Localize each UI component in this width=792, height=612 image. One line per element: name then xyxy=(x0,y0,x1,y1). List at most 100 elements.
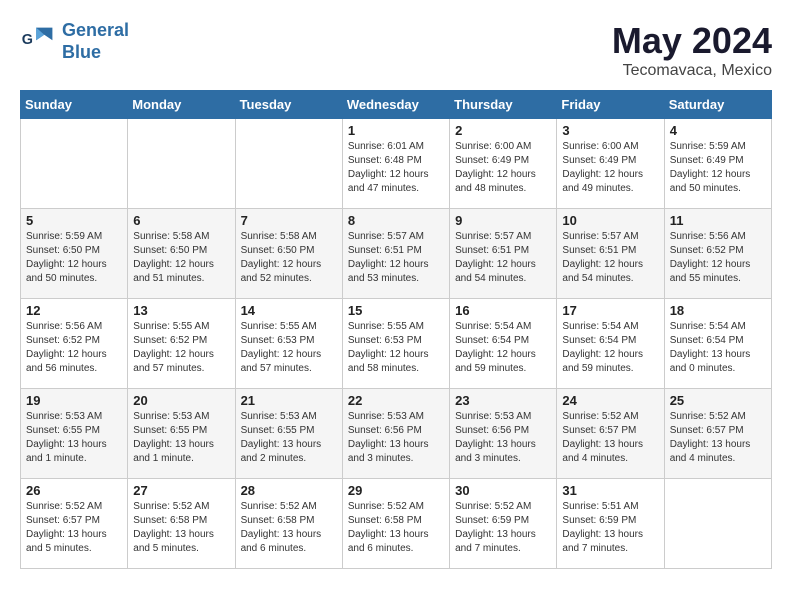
calendar-cell: 3Sunrise: 6:00 AM Sunset: 6:49 PM Daylig… xyxy=(557,119,664,209)
day-number: 9 xyxy=(455,213,551,228)
calendar-cell xyxy=(21,119,128,209)
day-number: 27 xyxy=(133,483,229,498)
calendar-cell: 2 Sunrise: 6:00 AM Sunset: 6:49 PM Daylig… xyxy=(450,119,557,209)
calendar-cell: 12Sunrise: 5:56 AM Sunset: 6:52 PM Dayli… xyxy=(21,299,128,389)
header-tuesday: Tuesday xyxy=(235,91,342,119)
calendar-cell: 13 Sunrise: 5:55 AM Sunset: 6:52 PM Dayli… xyxy=(128,299,235,389)
header-wednesday: Wednesday xyxy=(342,91,449,119)
day-info: Sunrise: 5:57 AM Sunset: 6:51 PM Dayligh… xyxy=(348,230,444,286)
day-info: Sunrise: 5:52 AM Sunset: 6:57 PM Dayligh… xyxy=(562,410,658,466)
day-info: Sunrise: 5:58 AM Sunset: 6:50 PM Dayligh… xyxy=(133,230,229,286)
calendar-cell xyxy=(128,119,235,209)
calendar-cell: 5 Sunrise: 5:59 AM Sunset: 6:50 PM Daylig… xyxy=(21,209,128,299)
day-info: Sunrise: 5:52 AM Sunset: 6:58 PM Dayligh… xyxy=(133,500,229,556)
calendar-week-4: 19 Sunrise: 5:53 AM Sunset: 6:55 PM Dayli… xyxy=(21,389,772,479)
day-info: Sunrise: 5:53 AM Sunset: 6:55 PM Dayligh… xyxy=(26,410,122,466)
day-info: Sunrise: 6:01 AM Sunset: 6:48 PM Dayligh… xyxy=(348,140,444,196)
day-number: 7 xyxy=(241,213,337,228)
calendar-cell: 18 Sunrise: 5:54 AM Sunset: 6:54 PM Dayli… xyxy=(664,299,771,389)
calendar-week-3: 12Sunrise: 5:56 AM Sunset: 6:52 PM Dayli… xyxy=(21,299,772,389)
day-info: Sunrise: 5:58 AM Sunset: 6:50 PM Dayligh… xyxy=(241,230,337,286)
header-friday: Friday xyxy=(557,91,664,119)
calendar-header-row: SundayMondayTuesdayWednesdayThursdayFrid… xyxy=(21,91,772,119)
calendar-cell: 4 Sunrise: 5:59 AM Sunset: 6:49 PM Daylig… xyxy=(664,119,771,209)
day-number: 13 xyxy=(133,303,229,318)
day-info: Sunrise: 5:56 AM Sunset: 6:52 PM Dayligh… xyxy=(26,320,122,376)
day-info: Sunrise: 5:53 AM Sunset: 6:56 PM Dayligh… xyxy=(455,410,551,466)
day-number: 19 xyxy=(26,393,122,408)
day-info: Sunrise: 6:00 AM Sunset: 6:49 PM Dayligh… xyxy=(455,140,551,196)
day-info: Sunrise: 5:52 AM Sunset: 6:58 PM Dayligh… xyxy=(348,500,444,556)
calendar-cell: 29 Sunrise: 5:52 AM Sunset: 6:58 PM Dayli… xyxy=(342,479,449,569)
page-header: G General Blue May 2024 Tecomavaca, Mexi… xyxy=(20,20,772,80)
logo-text: General Blue xyxy=(62,20,129,63)
header-saturday: Saturday xyxy=(664,91,771,119)
calendar-cell: 20 Sunrise: 5:53 AM Sunset: 6:55 PM Dayli… xyxy=(128,389,235,479)
day-number: 30 xyxy=(455,483,551,498)
calendar-cell: 21 Sunrise: 5:53 AM Sunset: 6:55 PM Dayli… xyxy=(235,389,342,479)
calendar-cell: 25Sunrise: 5:52 AM Sunset: 6:57 PM Dayli… xyxy=(664,389,771,479)
day-number: 2 xyxy=(455,123,551,138)
day-number: 31 xyxy=(562,483,658,498)
calendar-cell: 9Sunrise: 5:57 AM Sunset: 6:51 PM Daylig… xyxy=(450,209,557,299)
calendar-cell xyxy=(664,479,771,569)
day-number: 21 xyxy=(241,393,337,408)
calendar-cell: 19 Sunrise: 5:53 AM Sunset: 6:55 PM Dayli… xyxy=(21,389,128,479)
calendar-cell: 10Sunrise: 5:57 AM Sunset: 6:51 PM Dayli… xyxy=(557,209,664,299)
calendar-cell: 14 Sunrise: 5:55 AM Sunset: 6:53 PM Dayli… xyxy=(235,299,342,389)
day-number: 10 xyxy=(562,213,658,228)
logo: G General Blue xyxy=(20,20,129,63)
day-info: Sunrise: 5:59 AM Sunset: 6:50 PM Dayligh… xyxy=(26,230,122,286)
svg-text:G: G xyxy=(22,31,33,47)
day-info: Sunrise: 5:53 AM Sunset: 6:56 PM Dayligh… xyxy=(348,410,444,466)
calendar-cell: 28 Sunrise: 5:52 AM Sunset: 6:58 PM Dayli… xyxy=(235,479,342,569)
day-number: 20 xyxy=(133,393,229,408)
day-number: 28 xyxy=(241,483,337,498)
calendar-cell: 17Sunrise: 5:54 AM Sunset: 6:54 PM Dayli… xyxy=(557,299,664,389)
day-number: 22 xyxy=(348,393,444,408)
day-number: 11 xyxy=(670,213,766,228)
day-number: 5 xyxy=(26,213,122,228)
calendar-cell: 27 Sunrise: 5:52 AM Sunset: 6:58 PM Dayli… xyxy=(128,479,235,569)
calendar-week-2: 5 Sunrise: 5:59 AM Sunset: 6:50 PM Daylig… xyxy=(21,209,772,299)
day-number: 26 xyxy=(26,483,122,498)
day-info: Sunrise: 5:54 AM Sunset: 6:54 PM Dayligh… xyxy=(455,320,551,376)
day-info: Sunrise: 5:52 AM Sunset: 6:58 PM Dayligh… xyxy=(241,500,337,556)
day-info: Sunrise: 5:55 AM Sunset: 6:53 PM Dayligh… xyxy=(241,320,337,376)
day-info: Sunrise: 5:53 AM Sunset: 6:55 PM Dayligh… xyxy=(241,410,337,466)
day-number: 23 xyxy=(455,393,551,408)
day-info: Sunrise: 5:54 AM Sunset: 6:54 PM Dayligh… xyxy=(670,320,766,376)
calendar-cell: 8Sunrise: 5:57 AM Sunset: 6:51 PM Daylig… xyxy=(342,209,449,299)
calendar-cell: 22 Sunrise: 5:53 AM Sunset: 6:56 PM Dayli… xyxy=(342,389,449,479)
day-info: Sunrise: 5:52 AM Sunset: 6:57 PM Dayligh… xyxy=(670,410,766,466)
calendar-cell: 11Sunrise: 5:56 AM Sunset: 6:52 PM Dayli… xyxy=(664,209,771,299)
day-number: 24 xyxy=(562,393,658,408)
day-number: 15 xyxy=(348,303,444,318)
day-number: 18 xyxy=(670,303,766,318)
day-info: Sunrise: 5:55 AM Sunset: 6:52 PM Dayligh… xyxy=(133,320,229,376)
day-number: 29 xyxy=(348,483,444,498)
calendar-cell: 1 Sunrise: 6:01 AM Sunset: 6:48 PM Daylig… xyxy=(342,119,449,209)
calendar-cell: 31 Sunrise: 5:51 AM Sunset: 6:59 PM Dayli… xyxy=(557,479,664,569)
calendar-cell xyxy=(235,119,342,209)
header-monday: Monday xyxy=(128,91,235,119)
calendar-cell: 24 Sunrise: 5:52 AM Sunset: 6:57 PM Dayli… xyxy=(557,389,664,479)
calendar-cell: 16 Sunrise: 5:54 AM Sunset: 6:54 PM Dayli… xyxy=(450,299,557,389)
day-info: Sunrise: 5:52 AM Sunset: 6:59 PM Dayligh… xyxy=(455,500,551,556)
title-block: May 2024 Tecomavaca, Mexico xyxy=(612,20,772,80)
calendar-cell: 7 Sunrise: 5:58 AM Sunset: 6:50 PM Daylig… xyxy=(235,209,342,299)
calendar-cell: 15 Sunrise: 5:55 AM Sunset: 6:53 PM Dayli… xyxy=(342,299,449,389)
day-number: 1 xyxy=(348,123,444,138)
day-info: Sunrise: 5:53 AM Sunset: 6:55 PM Dayligh… xyxy=(133,410,229,466)
day-number: 14 xyxy=(241,303,337,318)
day-info: Sunrise: 5:59 AM Sunset: 6:49 PM Dayligh… xyxy=(670,140,766,196)
day-info: Sunrise: 5:55 AM Sunset: 6:53 PM Dayligh… xyxy=(348,320,444,376)
day-number: 4 xyxy=(670,123,766,138)
calendar-week-5: 26Sunrise: 5:52 AM Sunset: 6:57 PM Dayli… xyxy=(21,479,772,569)
logo-line1: General xyxy=(62,20,129,40)
day-info: Sunrise: 5:51 AM Sunset: 6:59 PM Dayligh… xyxy=(562,500,658,556)
day-number: 17 xyxy=(562,303,658,318)
calendar-cell: 6Sunrise: 5:58 AM Sunset: 6:50 PM Daylig… xyxy=(128,209,235,299)
day-number: 16 xyxy=(455,303,551,318)
logo-icon: G xyxy=(20,24,56,60)
